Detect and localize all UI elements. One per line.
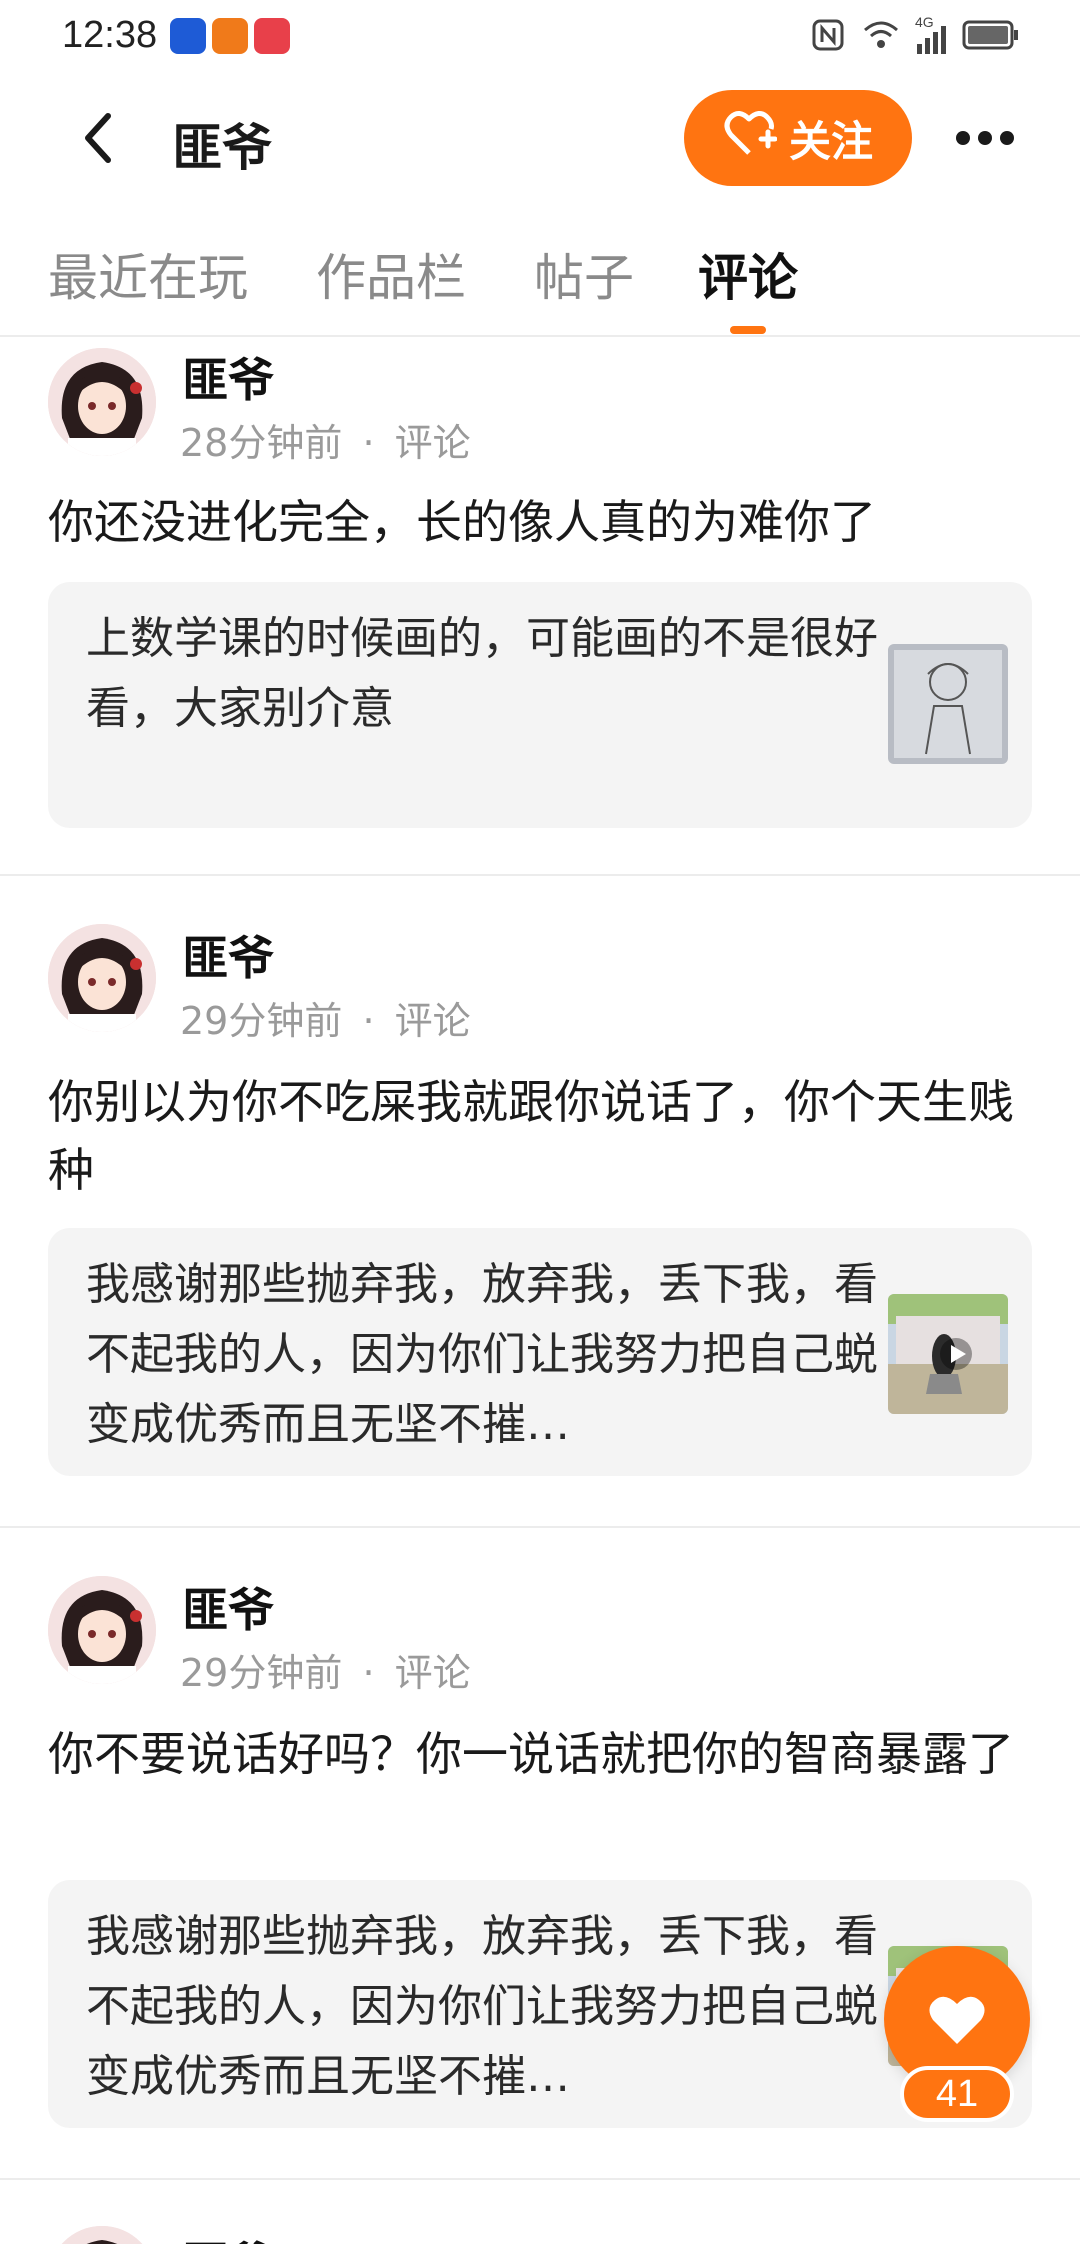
more-dots-icon bbox=[956, 131, 1014, 145]
avatar[interactable] bbox=[48, 924, 156, 1032]
follow-label: 关注 bbox=[788, 116, 873, 166]
post-time: 29分钟前 bbox=[180, 999, 343, 1043]
divider bbox=[0, 1526, 1080, 1528]
author-name[interactable]: 匪爷 bbox=[182, 1574, 274, 1640]
post-time: 28分钟前 bbox=[180, 421, 343, 465]
heart-plus-icon bbox=[723, 109, 778, 167]
comment-item[interactable]: 匪爷 bbox=[0, 2222, 1080, 2244]
chevron-left-icon bbox=[85, 113, 111, 163]
app-notification-icon bbox=[212, 18, 248, 54]
network-type-label: 4G bbox=[915, 14, 934, 30]
app-notification-icon bbox=[170, 18, 206, 54]
profile-header: 匪爷 关注 bbox=[0, 80, 1080, 200]
meta-separator: · bbox=[362, 999, 375, 1043]
post-type: 评论 bbox=[394, 999, 471, 1043]
comment-text: 你别以为你不吃屎我就跟你说话了，你个天生贱种 bbox=[48, 1075, 1014, 1197]
quoted-post-thumbnail bbox=[888, 1294, 1008, 1414]
profile-tabs: 最近在玩 作品栏 帖子 评论 bbox=[0, 232, 1080, 337]
comment-item[interactable]: 匪爷 28分钟前 · 评论 你还没进化完全，长的像人真的为难你了 上数学课的时候… bbox=[0, 344, 1080, 874]
quoted-post-text: 我感谢那些抛弃我，放弃我，丢下我，看不起我的人，因为你们让我努力把自己蜕变成优秀… bbox=[86, 1259, 878, 1450]
page-title: 匪爷 bbox=[172, 119, 272, 177]
heart-icon bbox=[929, 1996, 985, 2044]
avatar[interactable] bbox=[48, 1576, 156, 1684]
wifi-icon bbox=[861, 18, 901, 56]
quoted-post-card[interactable]: 上数学课的时候画的，可能画的不是很好看，大家别介意 bbox=[48, 582, 1032, 828]
tab-works[interactable]: 作品栏 bbox=[316, 238, 466, 310]
comment-text: 你还没进化完全，长的像人真的为难你了 bbox=[48, 495, 876, 549]
quoted-post-card[interactable]: 我感谢那些抛弃我，放弃我，丢下我，看不起我的人，因为你们让我努力把自己蜕变成优秀… bbox=[48, 1228, 1032, 1476]
more-options-button[interactable] bbox=[950, 110, 1020, 166]
status-icons: 4G bbox=[811, 14, 1020, 56]
nfc-icon bbox=[811, 18, 845, 56]
meta-separator: · bbox=[362, 1651, 375, 1695]
quoted-post-text: 我感谢那些抛弃我，放弃我，丢下我，看不起我的人，因为你们让我努力把自己蜕变成优秀… bbox=[86, 1911, 878, 2102]
like-count-badge: 41 bbox=[900, 2066, 1014, 2122]
post-type: 评论 bbox=[394, 1651, 471, 1695]
status-time: 12:38 bbox=[62, 14, 158, 56]
author-name[interactable]: 匪爷 bbox=[182, 2228, 274, 2244]
signal-icon: 4G bbox=[915, 14, 946, 54]
divider bbox=[0, 2178, 1080, 2180]
author-name[interactable]: 匪爷 bbox=[182, 922, 274, 988]
comment-item[interactable]: 匪爷 29分钟前 · 评论 你别以为你不吃屎我就跟你说话了，你个天生贱种 我感谢… bbox=[0, 920, 1080, 1520]
comment-text: 你不要说话好吗？你一说话就把你的智商暴露了 bbox=[48, 1727, 1014, 1781]
quoted-post-text: 上数学课的时候画的，可能画的不是很好看，大家别介意 bbox=[86, 613, 878, 734]
app-notification-icon bbox=[254, 18, 290, 54]
avatar[interactable] bbox=[48, 2226, 156, 2244]
tab-comments[interactable]: 评论 bbox=[698, 238, 798, 310]
avatar[interactable] bbox=[48, 348, 156, 456]
post-meta: 29分钟前 · 评论 bbox=[180, 1642, 471, 1697]
post-meta: 29分钟前 · 评论 bbox=[180, 990, 471, 1045]
tab-posts[interactable]: 帖子 bbox=[534, 238, 634, 310]
active-tab-indicator bbox=[730, 326, 766, 334]
post-meta: 28分钟前 · 评论 bbox=[180, 412, 471, 467]
battery-icon bbox=[962, 20, 1020, 54]
author-name[interactable]: 匪爷 bbox=[182, 344, 274, 410]
meta-separator: · bbox=[362, 421, 375, 465]
status-bar: 12:38 4G bbox=[0, 0, 1080, 72]
post-time: 29分钟前 bbox=[180, 1651, 343, 1695]
tab-recently-played[interactable]: 最近在玩 bbox=[48, 238, 248, 310]
back-button[interactable] bbox=[70, 110, 126, 166]
follow-button[interactable]: 关注 bbox=[684, 90, 912, 186]
quoted-post-thumbnail bbox=[888, 644, 1008, 764]
post-type: 评论 bbox=[394, 421, 471, 465]
divider bbox=[0, 874, 1080, 876]
